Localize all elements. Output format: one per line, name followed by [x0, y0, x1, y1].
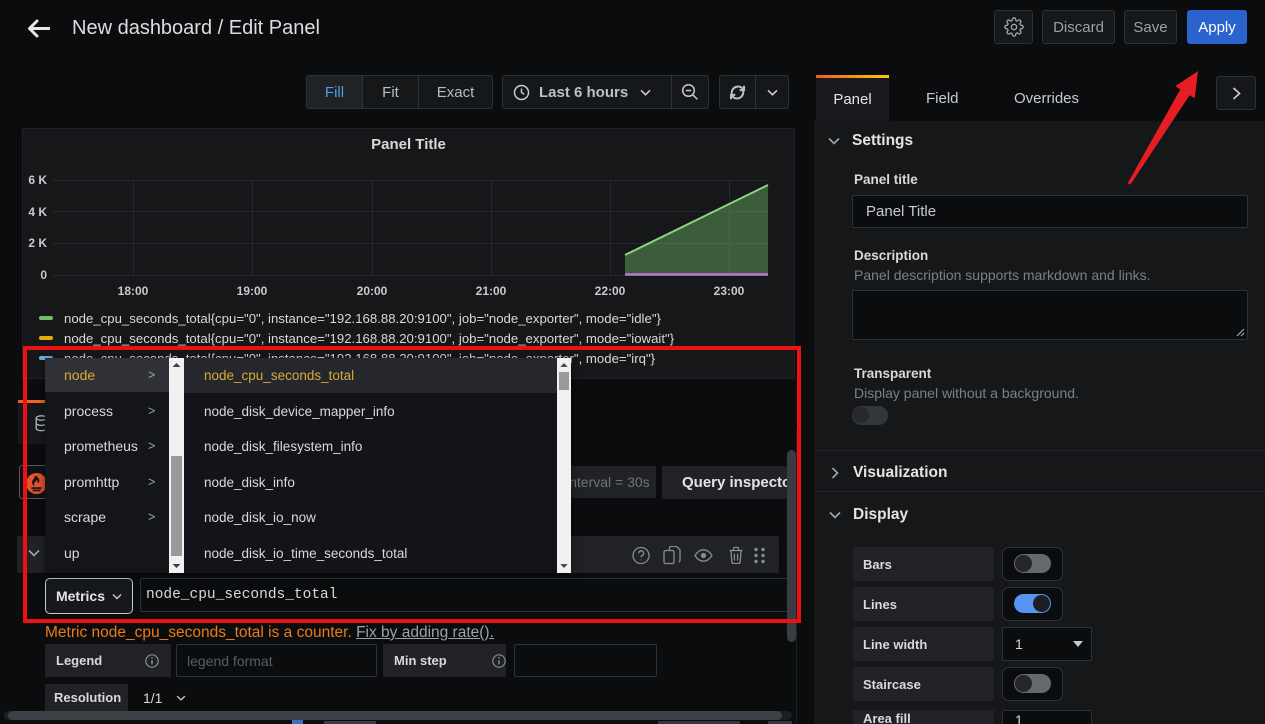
svg-text:21:00: 21:00 — [476, 284, 507, 298]
svg-text:18:00: 18:00 — [118, 284, 149, 298]
svg-text:6 K: 6 K — [28, 173, 47, 187]
svg-text:4 K: 4 K — [28, 205, 47, 219]
svg-text:20:00: 20:00 — [357, 284, 388, 298]
svg-text:23:00: 23:00 — [714, 284, 745, 298]
svg-text:node_cpu_seconds_total{cpu="0": node_cpu_seconds_total{cpu="0", instance… — [64, 331, 675, 346]
svg-text:22:00: 22:00 — [595, 284, 626, 298]
svg-text:19:00: 19:00 — [237, 284, 268, 298]
svg-text:0: 0 — [40, 268, 47, 282]
svg-text:node_cpu_seconds_total{cpu="0": node_cpu_seconds_total{cpu="0", instance… — [64, 311, 662, 326]
svg-text:2 K: 2 K — [28, 236, 47, 250]
